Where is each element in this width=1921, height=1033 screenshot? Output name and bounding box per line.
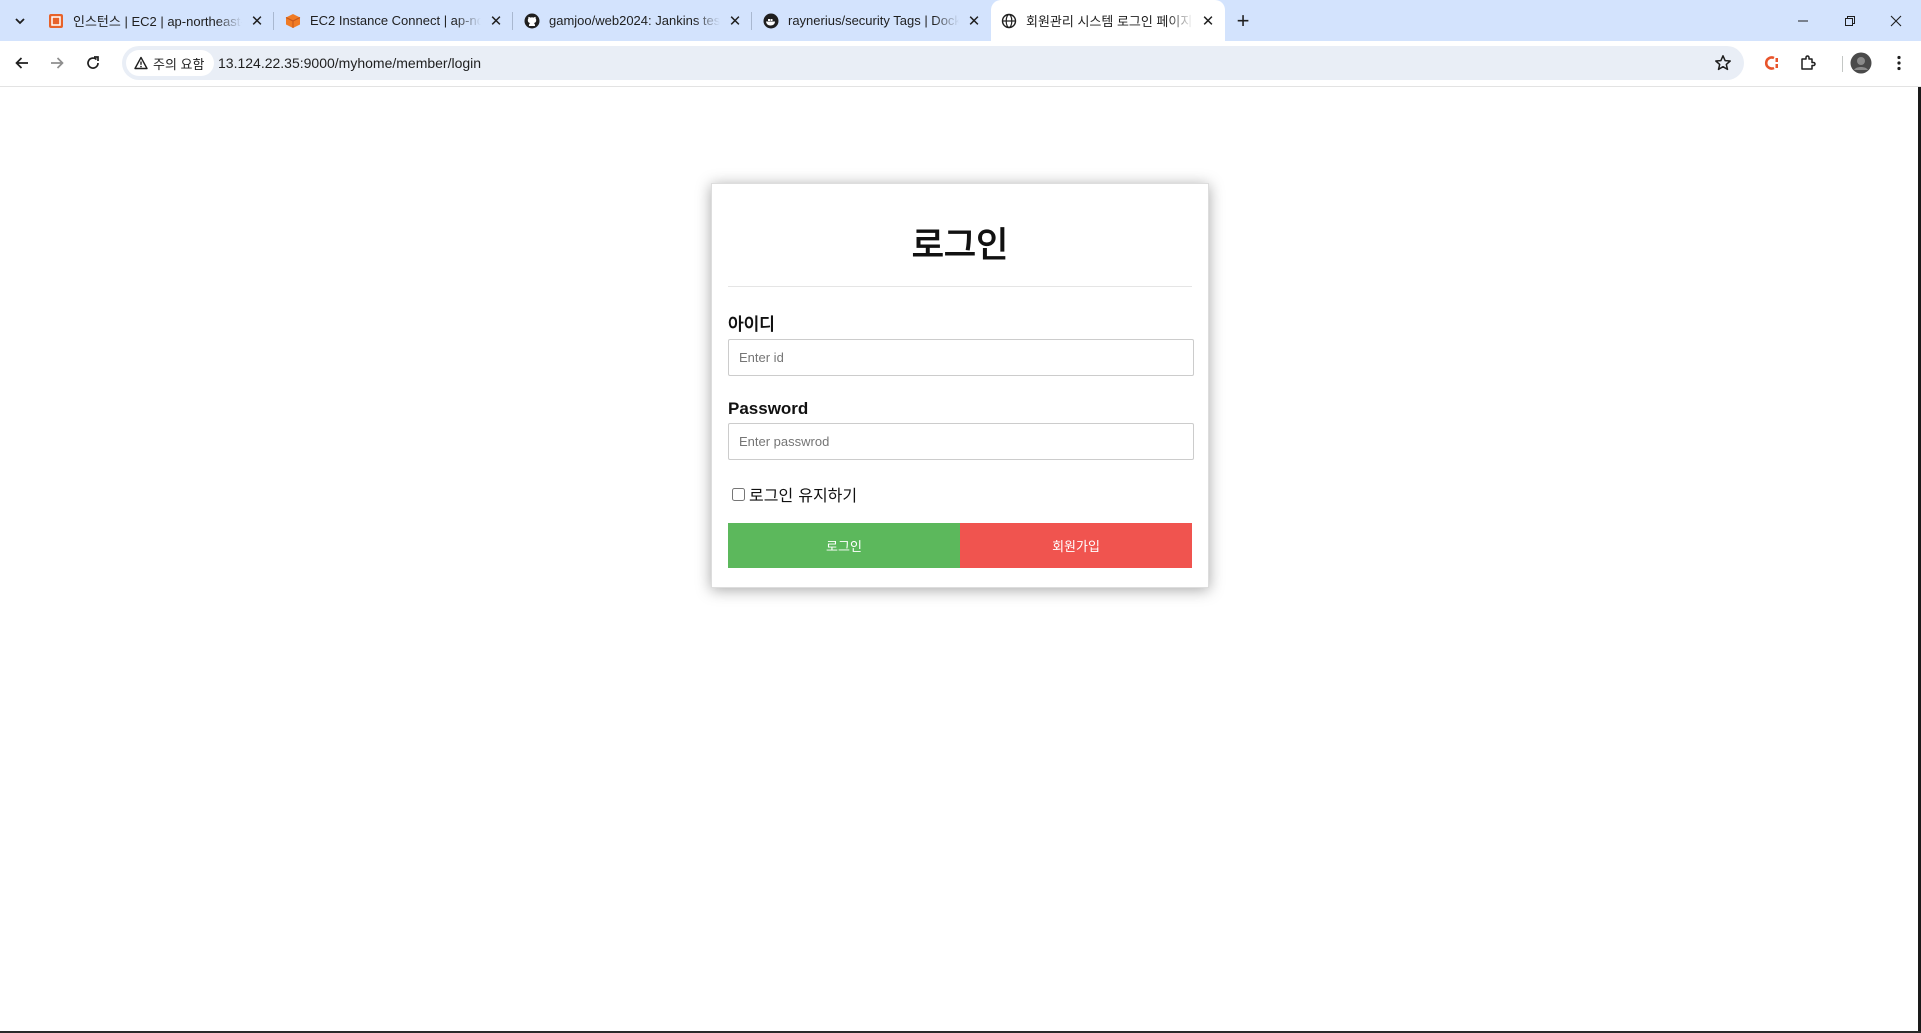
tab-title: gamjoo/web2024: Jankins test	[549, 13, 720, 28]
back-button[interactable]	[7, 48, 37, 78]
password-input[interactable]	[728, 423, 1194, 460]
plus-icon: +	[1236, 8, 1250, 33]
tab-title: EC2 Instance Connect | ap-north	[310, 13, 481, 28]
close-icon[interactable]: ✕	[1199, 12, 1217, 30]
globe-icon	[1001, 13, 1017, 29]
reload-button[interactable]	[78, 48, 108, 78]
id-label: 아이디	[728, 315, 775, 335]
arrow-left-icon	[15, 57, 28, 69]
tab-separator	[512, 12, 513, 30]
profile-button[interactable]	[1846, 48, 1876, 78]
security-chip-label: 주의 요함	[153, 56, 205, 72]
tab-github[interactable]: gamjoo/web2024: Jankins test ✕	[514, 0, 752, 41]
bookmark-star-icon[interactable]	[1712, 52, 1734, 74]
tab-search-button[interactable]	[7, 8, 33, 34]
tab-member-login[interactable]: 회원관리 시스템 로그인 페이지 ✕	[991, 0, 1225, 41]
close-icon[interactable]: ✕	[726, 12, 744, 30]
arrow-right-icon	[51, 57, 64, 69]
close-icon	[1890, 15, 1902, 26]
extension-button[interactable]	[1756, 48, 1786, 78]
signup-button[interactable]: 회원가입	[960, 523, 1192, 568]
avatar	[1850, 52, 1872, 74]
remember-me-label: 로그인 유지하기	[749, 486, 858, 505]
tab-separator	[273, 12, 274, 30]
url-text[interactable]: 13.124.22.35:9000/myhome/member/login	[218, 46, 481, 80]
kebab-menu-icon	[1897, 55, 1901, 71]
new-tab-button[interactable]: +	[1230, 8, 1256, 34]
close-icon[interactable]: ✕	[248, 12, 266, 30]
security-chip[interactable]: 주의 요함	[126, 50, 215, 76]
restore-button[interactable]	[1827, 0, 1873, 41]
tab-title: raynerius/security Tags | Docke	[788, 13, 959, 28]
minimize-icon	[1798, 20, 1808, 21]
remember-me[interactable]: 로그인 유지하기	[728, 483, 1192, 505]
aws-ec2-icon	[48, 13, 64, 29]
divider	[728, 286, 1192, 287]
extension-c-icon	[1764, 56, 1778, 70]
tab-docker[interactable]: raynerius/security Tags | Docke ✕	[753, 0, 991, 41]
tab-title: 인스턴스 | EC2 | ap-northeast-	[73, 14, 242, 29]
minimize-button[interactable]	[1780, 0, 1826, 41]
extensions-button[interactable]	[1793, 48, 1823, 78]
window-close-button[interactable]	[1873, 0, 1919, 41]
tab-ec2-instances[interactable]: 인스턴스 | EC2 | ap-northeast- ✕	[38, 0, 274, 41]
docker-icon	[763, 13, 779, 29]
forward-button[interactable]	[42, 48, 72, 78]
login-card: 로그인 아이디 Password 로그인 유지하기 로그인 회원가입	[711, 183, 1209, 588]
browser-tab-strip: 인스턴스 | EC2 | ap-northeast- ✕ EC2 Instanc…	[0, 0, 1921, 41]
restore-icon	[1845, 15, 1855, 26]
page-title: 로그인	[911, 226, 1009, 266]
close-icon[interactable]: ✕	[487, 12, 505, 30]
warning-icon	[134, 56, 148, 70]
address-bar[interactable]: 주의 요함 13.124.22.35:9000/myhome/member/lo…	[122, 46, 1744, 80]
remember-me-checkbox[interactable]	[732, 487, 745, 501]
password-label: Password	[728, 399, 809, 418]
toolbar-separator	[1842, 56, 1843, 72]
browser-toolbar: 주의 요함 13.124.22.35:9000/myhome/member/lo…	[0, 41, 1921, 87]
tab-ec2-instance-connect[interactable]: EC2 Instance Connect | ap-north ✕	[275, 0, 513, 41]
chevron-down-icon	[15, 18, 25, 25]
menu-button[interactable]	[1884, 48, 1914, 78]
github-icon	[524, 13, 540, 29]
tab-title: 회원관리 시스템 로그인 페이지	[1026, 14, 1193, 29]
reload-icon	[87, 56, 99, 69]
puzzle-icon	[1801, 55, 1816, 70]
aws-cube-icon	[285, 13, 301, 29]
close-icon[interactable]: ✕	[965, 12, 983, 30]
tab-separator	[751, 12, 752, 30]
id-input[interactable]	[728, 339, 1194, 376]
button-row: 로그인 회원가입	[728, 523, 1192, 568]
login-button[interactable]: 로그인	[728, 523, 960, 568]
